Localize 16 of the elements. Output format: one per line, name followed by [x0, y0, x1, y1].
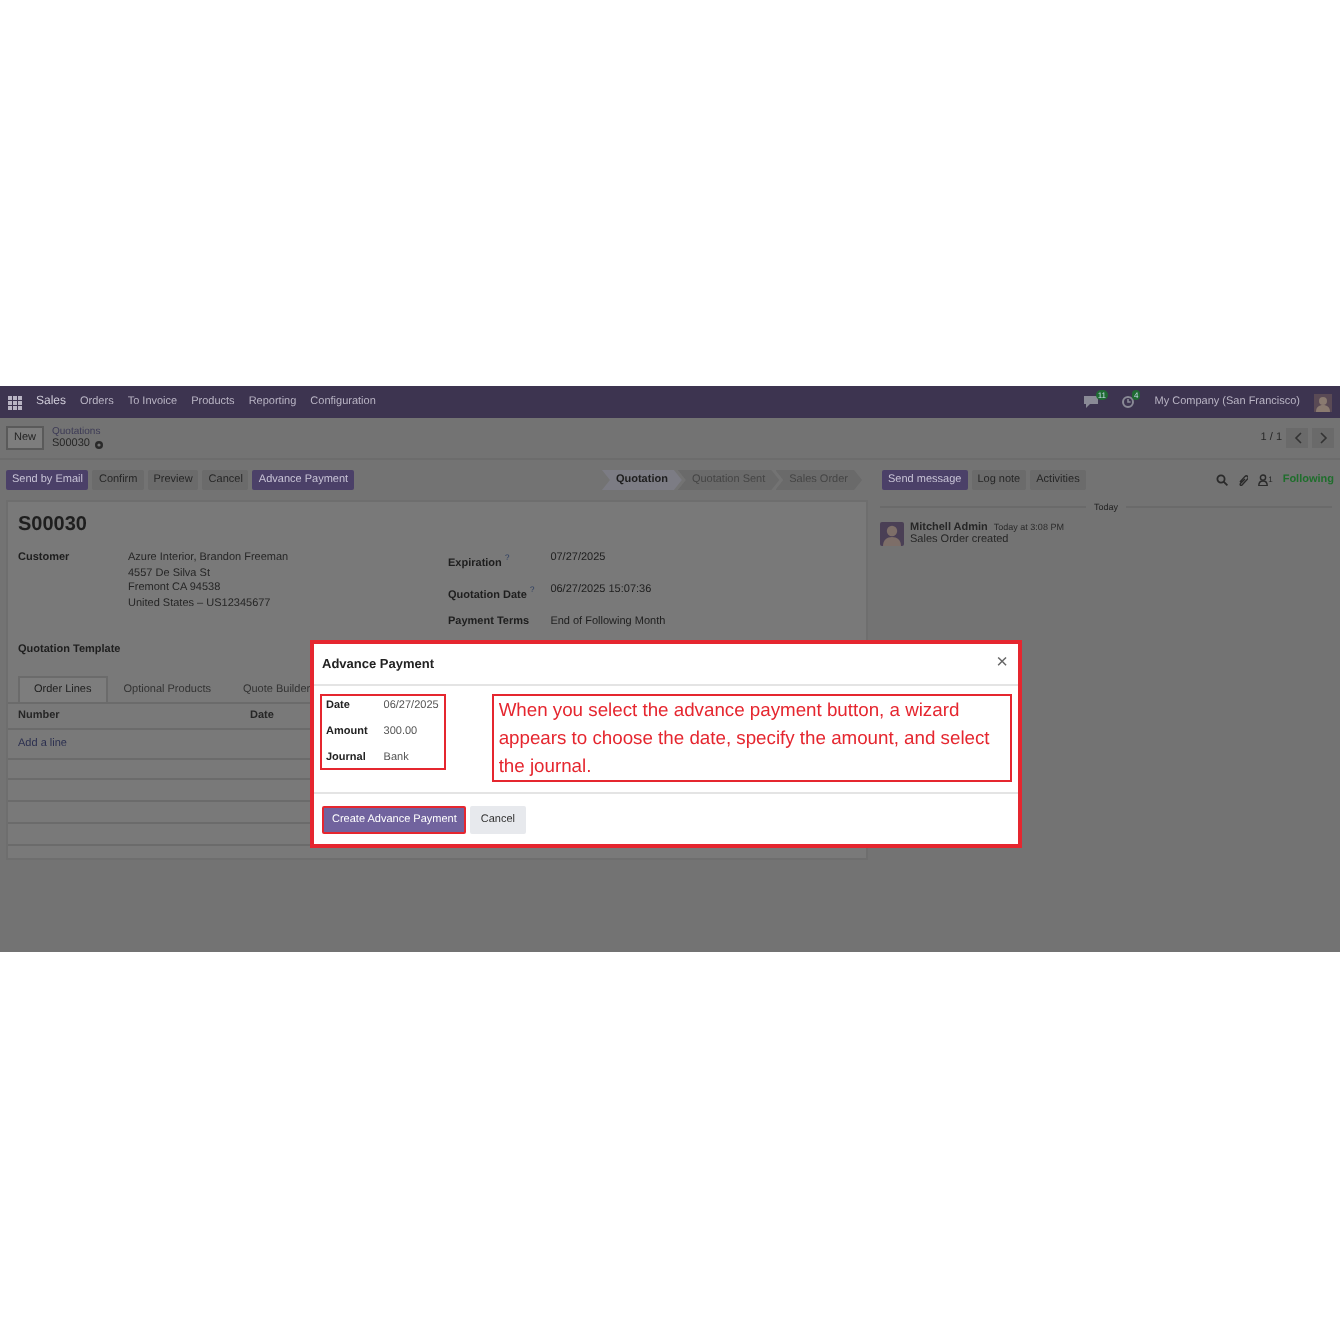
next-button[interactable] [1312, 428, 1334, 448]
previous-button[interactable] [1286, 428, 1308, 448]
avatar-icon[interactable] [1314, 393, 1332, 411]
avatar-icon [880, 522, 904, 546]
person-icon[interactable] [1258, 474, 1269, 486]
apps-menu-icon[interactable] [8, 395, 22, 409]
search-icon[interactable] [1216, 474, 1229, 486]
chevron-left-icon [1293, 432, 1301, 444]
chat-icon[interactable] [1083, 396, 1098, 408]
close-button[interactable]: × [996, 654, 1008, 674]
paperclip-icon[interactable] [1238, 474, 1249, 486]
gear-icon[interactable] [93, 439, 104, 449]
annotation-text: When you select the advance payment button, a wizard appears to choose the date, specify the amount, and select the journal. [492, 694, 1012, 782]
chevron-right-icon [1319, 432, 1327, 444]
clock-icon[interactable] [1122, 396, 1135, 408]
record-title: S00030 [18, 514, 89, 536]
